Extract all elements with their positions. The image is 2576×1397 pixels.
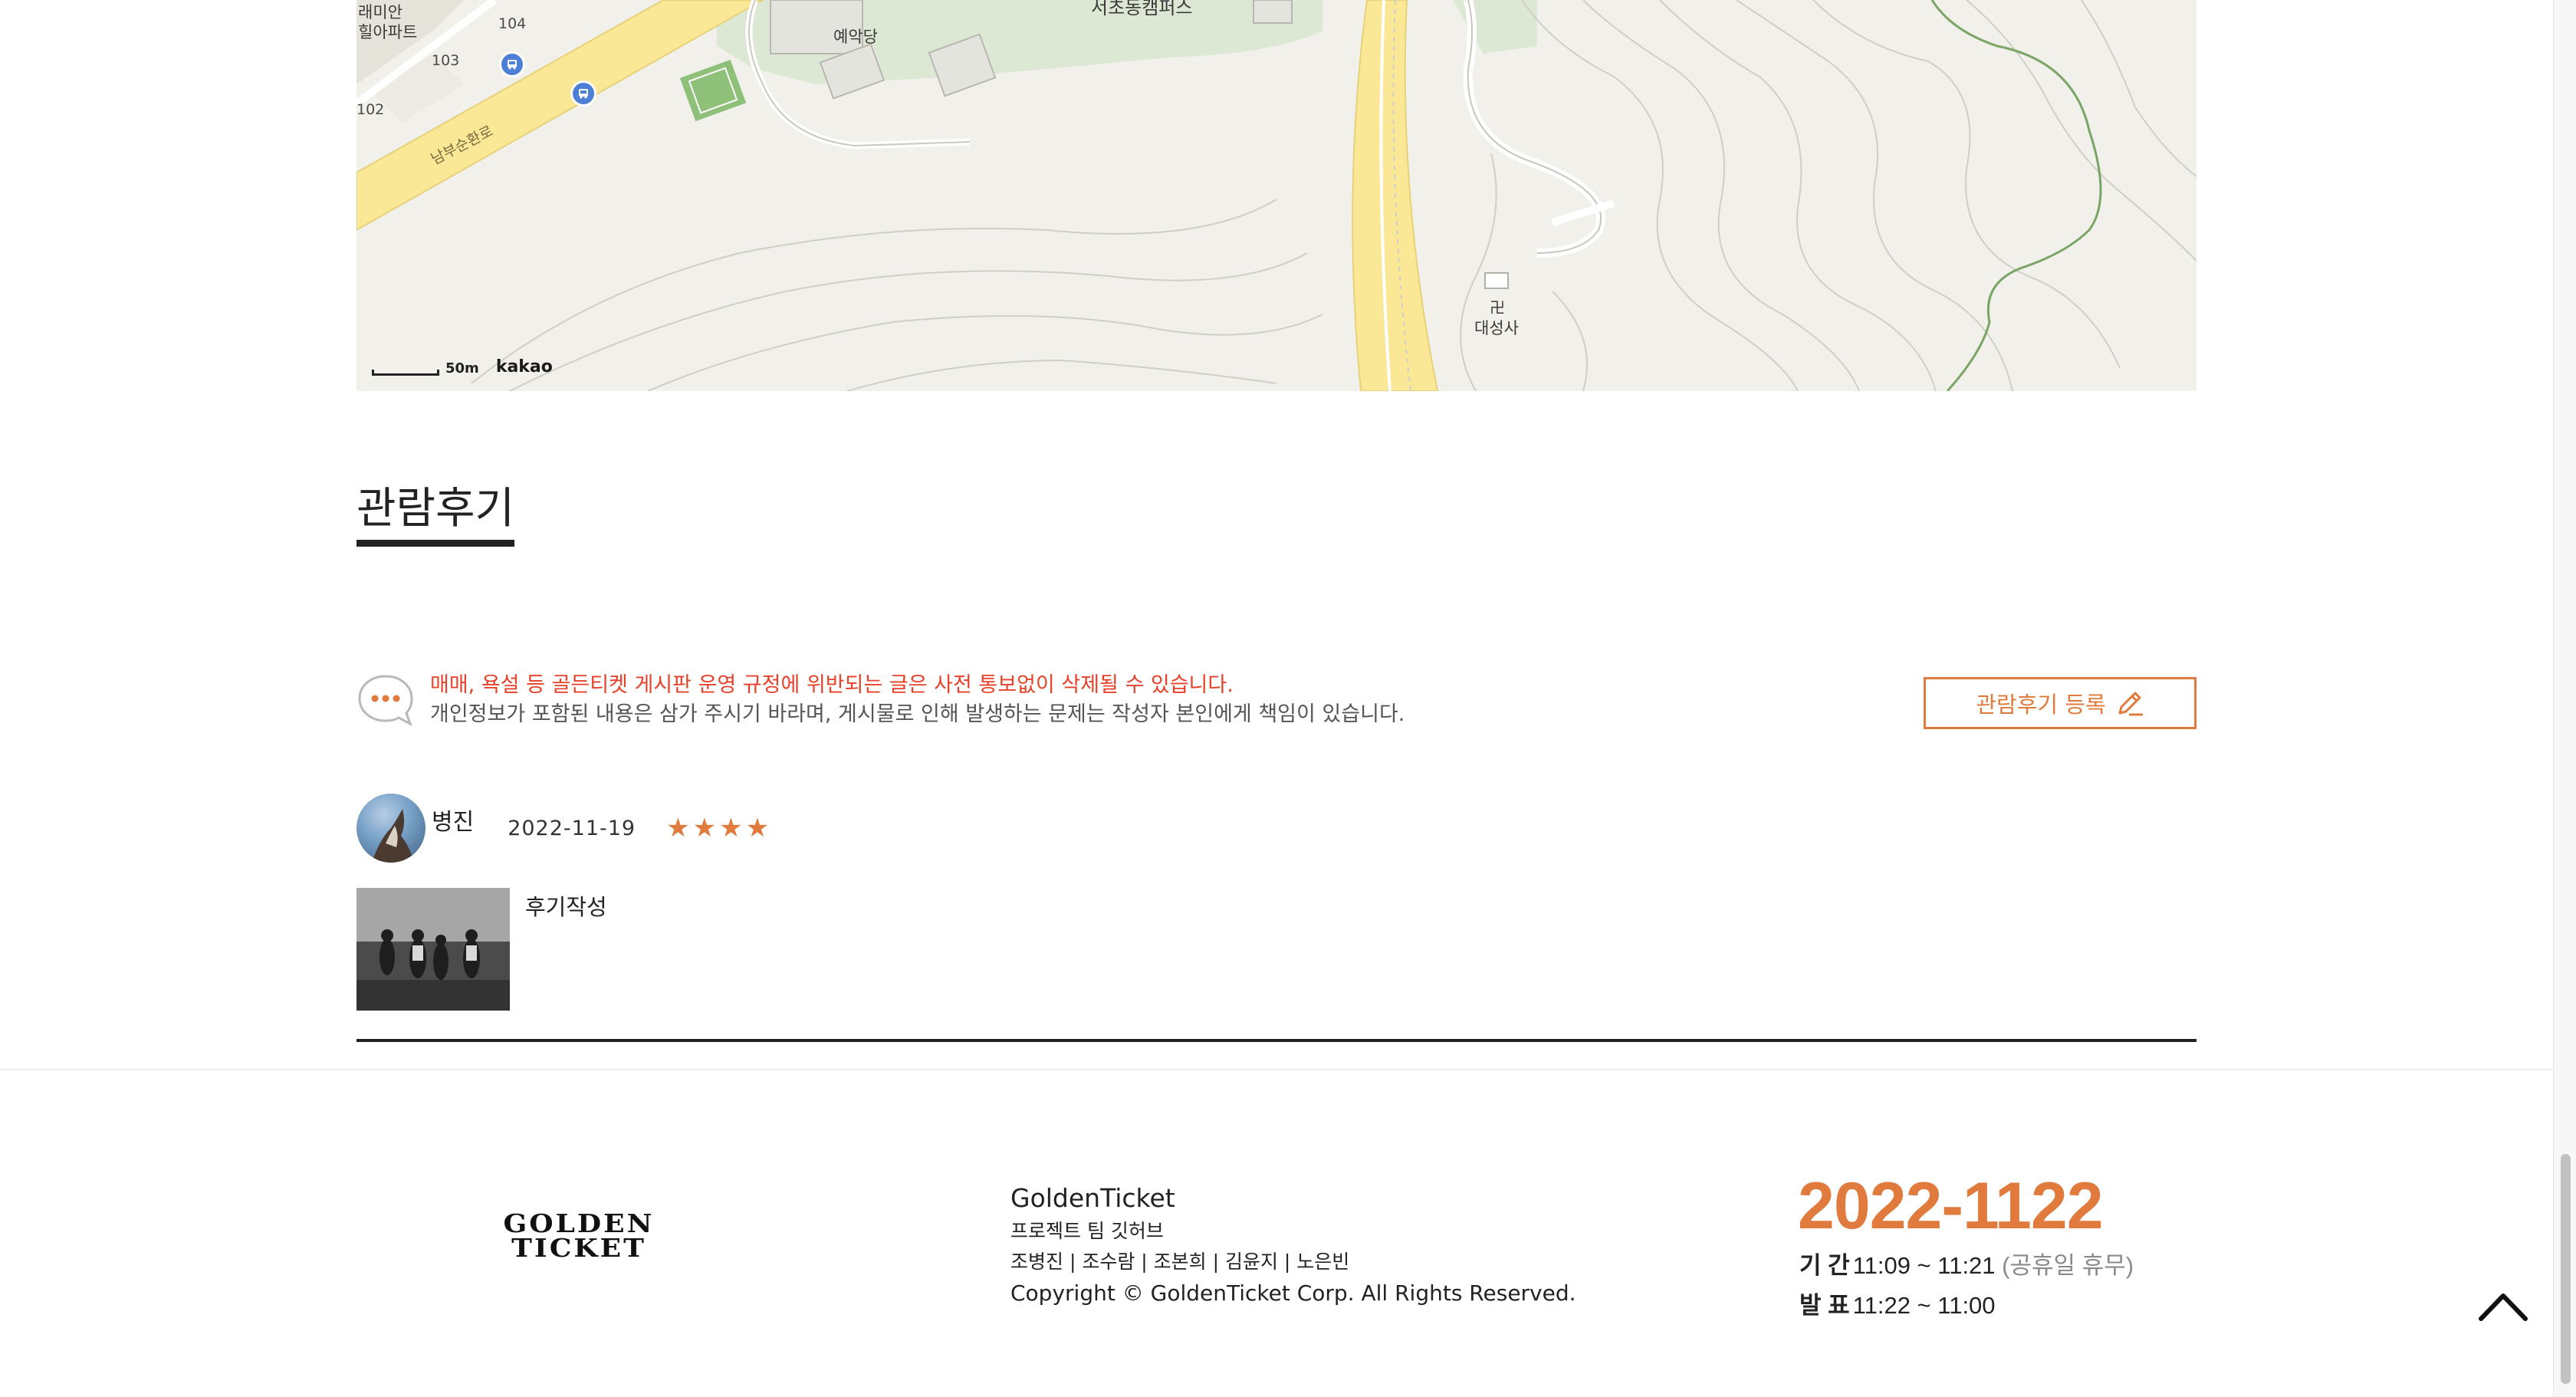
footer-period: 기 간 11:09 ~ 11:21 (공휴일 휴무) [1799, 1246, 2134, 1280]
star-icon: ★ [719, 813, 743, 843]
footer-brand: GoldenTicket [1010, 1183, 1175, 1213]
review-notice: 매매, 욕설 등 골든티켓 게시판 운영 규정에 위반되는 글은 사전 통보없이… [356, 672, 2196, 730]
bus-stop-icon[interactable] [499, 51, 525, 77]
map-label-yeakdang: 예악당 [833, 28, 878, 46]
review-item-header: 병진 2022-11-19 ★ ★ ★ ★ [356, 794, 769, 863]
star-icon: ★ [745, 813, 770, 843]
review-author: 병진 [432, 809, 475, 836]
footer-logo-line2: TICKET [511, 1234, 646, 1263]
scale-text: 50m [445, 360, 479, 376]
period-value: 11:09 ~ 11:21 [1852, 1252, 1996, 1279]
vertical-scrollbar[interactable] [2553, 0, 2576, 1397]
bus-stop-icon[interactable] [570, 81, 596, 107]
chevron-up-icon[interactable] [2476, 1290, 2530, 1323]
footer-team-link[interactable]: 프로젝트 팀 깃허브 [1010, 1216, 1576, 1247]
review-divider [356, 1039, 2196, 1042]
footer-members: 조병진 | 조수람 | 조본희 | 김윤지 | 노은빈 [1010, 1251, 1350, 1273]
location-map[interactable]: 래미안 힐아파트 104 103 102 예악당 서초동캠퍼스 남부순환로 卍 … [356, 0, 2196, 391]
star-icon: ★ [666, 813, 690, 843]
map-label-bldg-103: 103 [432, 52, 460, 69]
footer-info: GoldenTicket 프로젝트 팀 깃허브 조병진 | 조수람 | 조본희 … [1010, 1181, 1576, 1310]
map-label-bldg-102: 102 [356, 101, 385, 118]
map-label-temple: 대성사 [1474, 319, 1519, 337]
avatar[interactable] [356, 794, 426, 863]
map-drawing [356, 0, 2196, 391]
page: 래미안 힐아파트 104 103 102 예악당 서초동캠퍼스 남부순환로 卍 … [0, 0, 2576, 1397]
review-date: 2022-11-19 [508, 816, 636, 840]
write-review-button-label: 관람후기 등록 [1976, 692, 2106, 718]
speech-bubble-dots-icon [358, 675, 413, 727]
announce-value: 11:22 ~ 11:00 [1852, 1292, 1996, 1319]
review-section-title: 관람후기 [356, 482, 515, 547]
footer-divider [0, 1069, 2553, 1070]
review-text: 후기작성 [525, 894, 607, 920]
announce-label: 발 표 [1799, 1292, 1850, 1319]
kakao-logo[interactable]: kakao [496, 359, 553, 376]
star-icon: ★ [692, 813, 717, 843]
write-review-button[interactable]: 관람후기 등록 [1924, 677, 2196, 729]
map-label-bldg-104: 104 [498, 15, 527, 32]
scrollbar-thumb[interactable] [2561, 1154, 2571, 1384]
footer-logo-line1: GOLDEN [503, 1209, 655, 1238]
footer-announce: 발 표 11:22 ~ 11:00 [1799, 1286, 1996, 1320]
map-label-campus: 서초동캠퍼스 [1091, 0, 1193, 18]
footer-logo[interactable]: GOLDEN TICKET [483, 1211, 675, 1265]
pencil-icon [2118, 692, 2143, 716]
period-note: (공휴일 휴무) [2002, 1252, 2134, 1279]
notice-info-text: 개인정보가 포함된 내용은 삼가 주시기 바라며, 게시물로 인해 발생하는 문… [430, 702, 1405, 726]
map-scale-bar: 50m kakao [372, 359, 553, 376]
map-label-apt-2: 힐아파트 [358, 23, 418, 41]
scale-line [372, 370, 439, 376]
footer-date: 2022-1122 [1798, 1169, 2104, 1243]
period-label: 기 간 [1799, 1252, 1850, 1279]
notice-warning-text: 매매, 욕설 등 골든티켓 게시판 운영 규정에 위반되는 글은 사전 통보없이… [430, 673, 1234, 697]
temple-icon: 卍 [1490, 298, 1505, 317]
review-photo[interactable] [356, 888, 510, 1011]
review-rating: ★ ★ ★ ★ [666, 815, 769, 841]
footer-copyright: Copyright © GoldenTicket Corp. All Right… [1010, 1280, 1576, 1306]
